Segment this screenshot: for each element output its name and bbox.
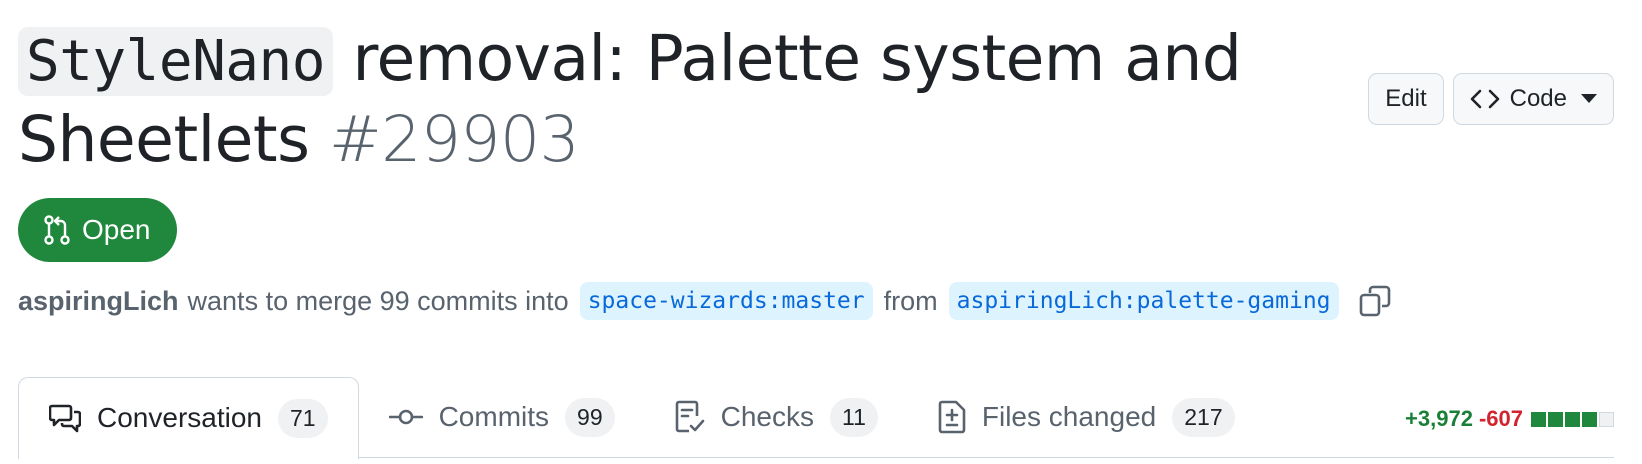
merge-info: aspiringLich wants to merge 99 commits i… xyxy=(18,279,1391,323)
tab-commits[interactable]: Commits 99 xyxy=(359,377,645,457)
author-link[interactable]: aspiringLich xyxy=(18,286,179,317)
base-branch[interactable]: space-wizards:master xyxy=(579,282,873,320)
tab-label: Conversation xyxy=(97,402,262,433)
tab-counter: 71 xyxy=(277,398,328,438)
edit-button[interactable]: Edit xyxy=(1368,73,1444,125)
from-text: from xyxy=(883,285,938,316)
triangle-down-icon xyxy=(1581,94,1597,104)
tab-files-changed[interactable]: Files changed 217 xyxy=(908,377,1265,457)
diffstat-block-added xyxy=(1565,411,1580,427)
tab-label: Files changed xyxy=(981,401,1157,432)
pr-number: #29903 xyxy=(328,103,580,176)
diffstat-block-added xyxy=(1582,411,1597,427)
pr-title-code: StyleNano xyxy=(18,27,333,96)
diffstat-block-added xyxy=(1531,411,1546,427)
code-icon xyxy=(1470,87,1500,111)
tab-counter: 99 xyxy=(565,397,615,437)
tab-counter: 217 xyxy=(1172,397,1235,437)
diffstat-block-added xyxy=(1548,411,1563,427)
pr-header: StyleNano removal: Palette system and Sh… xyxy=(18,20,1248,179)
tab-label: Commits xyxy=(438,401,550,432)
file-diff-icon xyxy=(938,400,966,434)
state-badge-open: Open xyxy=(18,198,177,262)
edit-button-label: Edit xyxy=(1385,85,1427,112)
code-button-label: Code xyxy=(1509,85,1567,112)
header-actions: Edit Code xyxy=(1368,73,1614,125)
pr-title: StyleNano removal: Palette system and Sh… xyxy=(18,20,1248,179)
merge-text: wants to merge 99 commits into xyxy=(187,285,569,316)
tab-checks[interactable]: Checks 11 xyxy=(645,377,908,457)
tab-counter: 11 xyxy=(830,397,878,437)
copy-icon[interactable] xyxy=(1359,285,1391,317)
git-pull-request-icon xyxy=(44,215,70,245)
head-branch[interactable]: aspiringLich:palette-gaming xyxy=(948,282,1339,320)
diffstat-blocks xyxy=(1531,411,1614,427)
diffstat[interactable]: +3,972 -607 xyxy=(1405,406,1614,432)
git-commit-icon xyxy=(388,407,423,427)
state-label: Open xyxy=(82,214,151,245)
code-button[interactable]: Code xyxy=(1452,73,1614,125)
tab-conversation[interactable]: Conversation 71 xyxy=(18,376,359,459)
comment-discussion-icon xyxy=(49,403,81,433)
checklist-icon xyxy=(675,400,705,434)
additions-count: +3,972 xyxy=(1405,406,1473,431)
diffstat-block-neutral xyxy=(1599,411,1614,427)
pr-tabs: Conversation 71 Commits 99 Checks 11 Fil… xyxy=(18,373,1614,459)
tab-label: Checks xyxy=(720,401,814,432)
deletions-count: -607 xyxy=(1478,406,1523,431)
